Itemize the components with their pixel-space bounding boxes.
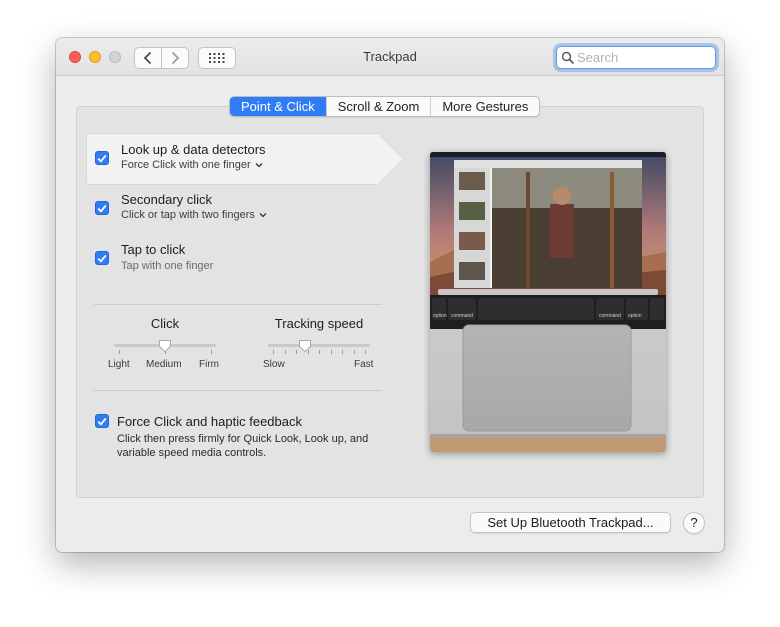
lookup-subtitle-text: Force Click with one finger — [121, 159, 251, 171]
force-click-description: Click then press firmly for Quick Look, … — [117, 433, 369, 459]
click-firm-label: Firm — [199, 359, 219, 370]
back-button[interactable] — [134, 47, 162, 69]
tab-more-gestures[interactable]: More Gestures — [430, 97, 539, 116]
help-button[interactable]: ? — [683, 512, 705, 534]
lookup-checkbox[interactable] — [95, 151, 109, 165]
grid-icon — [209, 53, 225, 63]
secondary-click-subtitle[interactable]: Click or tap with two fingers — [121, 209, 267, 221]
slider-tick — [354, 350, 355, 354]
click-light-label: Light — [108, 359, 130, 370]
minimize-button[interactable] — [89, 51, 101, 63]
lookup-title: Look up & data detectors — [121, 142, 266, 157]
show-all-button[interactable] — [198, 47, 236, 69]
search-input[interactable] — [577, 50, 707, 65]
touchbar-key-label: command — [451, 313, 473, 319]
slider-tick — [296, 350, 297, 354]
preferences-window: Trackpad Point & Click Scroll & Zoom Mor… — [56, 38, 724, 552]
checkmark-icon — [97, 254, 107, 263]
click-slider-label: Click — [150, 316, 180, 331]
secondary-click-subtitle-text: Click or tap with two fingers — [121, 209, 255, 221]
slider-tick — [319, 350, 320, 354]
setup-bluetooth-trackpad-button[interactable]: Set Up Bluetooth Trackpad... — [470, 512, 671, 533]
slider-tick — [119, 350, 120, 354]
search-field[interactable] — [556, 46, 716, 69]
touchbar-key-label: option — [433, 313, 447, 319]
force-click-checkbox[interactable] — [95, 414, 109, 428]
tap-to-click-title: Tap to click — [121, 242, 186, 257]
tab-bar: Point & Click Scroll & Zoom More Gesture… — [229, 96, 541, 117]
touchbar-key-label: command — [599, 313, 621, 319]
tracking-fast-label: Fast — [354, 359, 374, 370]
tab-scroll-zoom[interactable]: Scroll & Zoom — [325, 97, 431, 116]
tap-to-click-subtitle: Tap with one finger — [121, 260, 214, 272]
chevron-down-icon — [259, 212, 267, 218]
click-medium-label: Medium — [146, 359, 182, 370]
slider-tick — [273, 350, 274, 354]
checkmark-icon — [97, 417, 107, 426]
search-icon — [561, 51, 575, 65]
slider-tick — [365, 350, 366, 354]
title-bar: Trackpad — [56, 38, 724, 76]
tracking-slider-track — [268, 344, 370, 347]
touchbar-key-label: option — [628, 313, 642, 319]
gesture-preview-image: option command command option — [430, 152, 666, 452]
secondary-click-checkbox[interactable] — [95, 201, 109, 215]
click-slider-thumb[interactable] — [158, 339, 172, 353]
secondary-click-title: Secondary click — [121, 192, 213, 207]
tracking-slider-thumb[interactable] — [298, 339, 312, 353]
checkmark-icon — [97, 204, 107, 213]
chevron-right-icon — [171, 51, 180, 65]
divider — [94, 304, 382, 305]
chevron-left-icon — [143, 51, 152, 65]
tracking-speed-label: Tracking speed — [274, 316, 364, 331]
divider — [94, 390, 382, 391]
checkmark-icon — [97, 154, 107, 163]
macbook-illustration: option command command option — [430, 152, 666, 452]
close-button[interactable] — [69, 51, 81, 63]
slider-tick — [342, 350, 343, 354]
slider-tick — [331, 350, 332, 354]
slider-tick — [211, 350, 212, 354]
tap-to-click-checkbox[interactable] — [95, 251, 109, 265]
slider-tick — [285, 350, 286, 354]
chevron-down-icon — [255, 162, 263, 168]
zoom-button[interactable] — [109, 51, 121, 63]
lookup-subtitle[interactable]: Force Click with one finger — [121, 159, 263, 171]
tracking-slow-label: Slow — [263, 359, 285, 370]
tab-point-click[interactable]: Point & Click — [230, 97, 326, 116]
force-click-title: Force Click and haptic feedback — [117, 414, 302, 429]
forward-button[interactable] — [161, 47, 189, 69]
